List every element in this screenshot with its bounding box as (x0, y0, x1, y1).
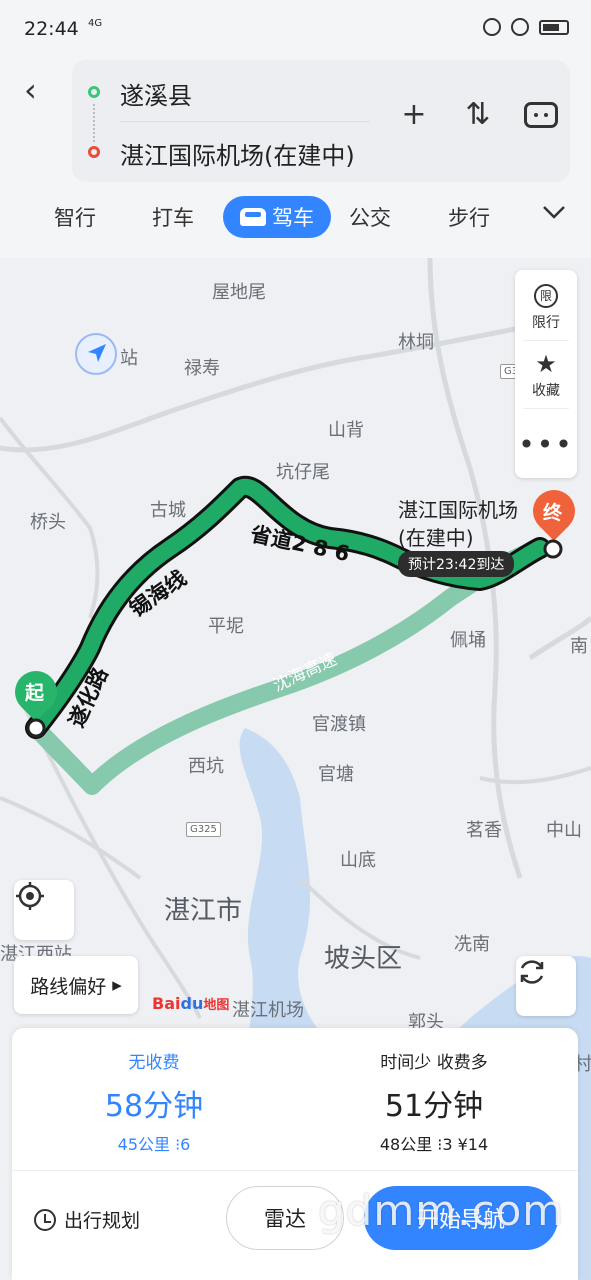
route-card: 遂溪县 湛江国际机场(在建中) + ⇅ (72, 60, 570, 182)
destination-dot-icon (88, 146, 100, 158)
map-side-tools: 限 限行 ★ 收藏 ••• (515, 270, 577, 478)
destination-field[interactable]: 湛江国际机场(在建中) (120, 136, 355, 171)
status-time: 22:44 (24, 18, 79, 40)
origin-dot-icon (88, 86, 100, 98)
map-label: 站 (120, 348, 138, 369)
origin-field[interactable]: 遂溪县 (120, 76, 192, 111)
limit-icon: 限 (534, 284, 558, 308)
map-label: 平坭 (208, 616, 244, 637)
refresh-icon (520, 960, 544, 984)
swap-route-icon[interactable]: ⇅ (460, 100, 496, 130)
map-label: 古城 (150, 500, 186, 521)
map-label: 山背 (328, 420, 364, 441)
network-indicator: 4G (88, 18, 103, 29)
map-label: 屋地尾 (212, 282, 266, 303)
baidu-map-logo: Baidu地图 (152, 994, 230, 1013)
map-label: 湛江机场 (232, 1000, 304, 1021)
start-pin-label: 起 (25, 682, 45, 704)
lock-rotation-icon (483, 18, 501, 36)
map-label: 山底 (340, 850, 376, 871)
battery-icon (539, 19, 569, 35)
traffic-limit-button[interactable]: 限 限行 (515, 284, 577, 332)
map-label: 官塘 (318, 764, 354, 785)
map-label: 佩埇 (450, 630, 486, 651)
end-point-icon (543, 539, 563, 559)
trip-plan-button[interactable]: 出行规划 (34, 1206, 140, 1233)
route-preference-button[interactable]: 路线偏好 ▸ (14, 956, 138, 1014)
route-option-1[interactable]: 无收费 58分钟 45公里 ⁝6 (24, 1048, 284, 1155)
map-label: 中山 (546, 820, 582, 841)
map-label: 坡头区 (324, 944, 403, 974)
back-button[interactable]: ‹ (24, 74, 37, 106)
watermark: gdmm.com (318, 1186, 565, 1235)
star-icon: ★ (535, 350, 557, 378)
status-bar: 22:44 4G (0, 0, 591, 56)
route-option-2[interactable]: 时间少 收费多 51分钟 48公里 ⁝3 ¥14 (304, 1048, 564, 1155)
start-point-icon (26, 718, 46, 738)
locate-button[interactable] (14, 880, 74, 940)
locate-icon (16, 882, 44, 910)
route-header: ‹ 遂溪县 湛江国际机场(在建中) + ⇅ 智行 打车 驾车 公交 步行 (0, 56, 591, 256)
refresh-button[interactable] (516, 956, 576, 1016)
more-icon: ••• (518, 428, 574, 461)
map-label: 冼南 (454, 934, 490, 955)
destination-label: 湛江国际机场 (398, 498, 518, 522)
map-label: 林垌 (398, 332, 434, 353)
highway-shield: G325 (186, 822, 221, 837)
travel-mode-tabs: 智行 打车 驾车 公交 步行 (0, 196, 591, 240)
map-label: 禄寿 (184, 358, 220, 379)
map-label: 南 (570, 636, 588, 657)
clock-icon (34, 1208, 56, 1231)
eta-tag: 预计23:42到达 (398, 551, 515, 577)
car-settings-icon[interactable] (524, 102, 558, 128)
map-label: 湛江市 (164, 896, 243, 926)
end-pin-label: 终 (543, 502, 563, 524)
map-label: 官渡镇 (312, 714, 366, 735)
map-label: 坑仔尾 (276, 462, 330, 483)
tab-transit[interactable]: 公交 (349, 202, 391, 232)
car-icon (240, 208, 266, 226)
tab-taxi[interactable]: 打车 (152, 202, 194, 232)
location-icon (511, 18, 529, 36)
more-button[interactable]: ••• (515, 428, 577, 461)
my-location-icon (75, 333, 117, 375)
route-options-panel: 无收费 58分钟 45公里 ⁝6 时间少 收费多 51分钟 48公里 ⁝3 ¥1… (12, 1028, 578, 1280)
tab-walk[interactable]: 步行 (448, 202, 490, 232)
tab-smart[interactable]: 智行 (54, 202, 96, 232)
tab-drive[interactable]: 驾车 (223, 196, 331, 238)
map-label: 茗香 (466, 820, 502, 841)
destination-sub-label: (在建中) (398, 526, 474, 550)
map-label: 桥头 (30, 512, 66, 533)
favorite-button[interactable]: ★ 收藏 (515, 352, 577, 400)
chevron-down-icon[interactable] (540, 198, 568, 226)
map-label: 西坑 (188, 756, 224, 777)
triangle-right-icon: ▸ (112, 974, 122, 996)
add-waypoint-icon[interactable]: + (396, 100, 432, 130)
